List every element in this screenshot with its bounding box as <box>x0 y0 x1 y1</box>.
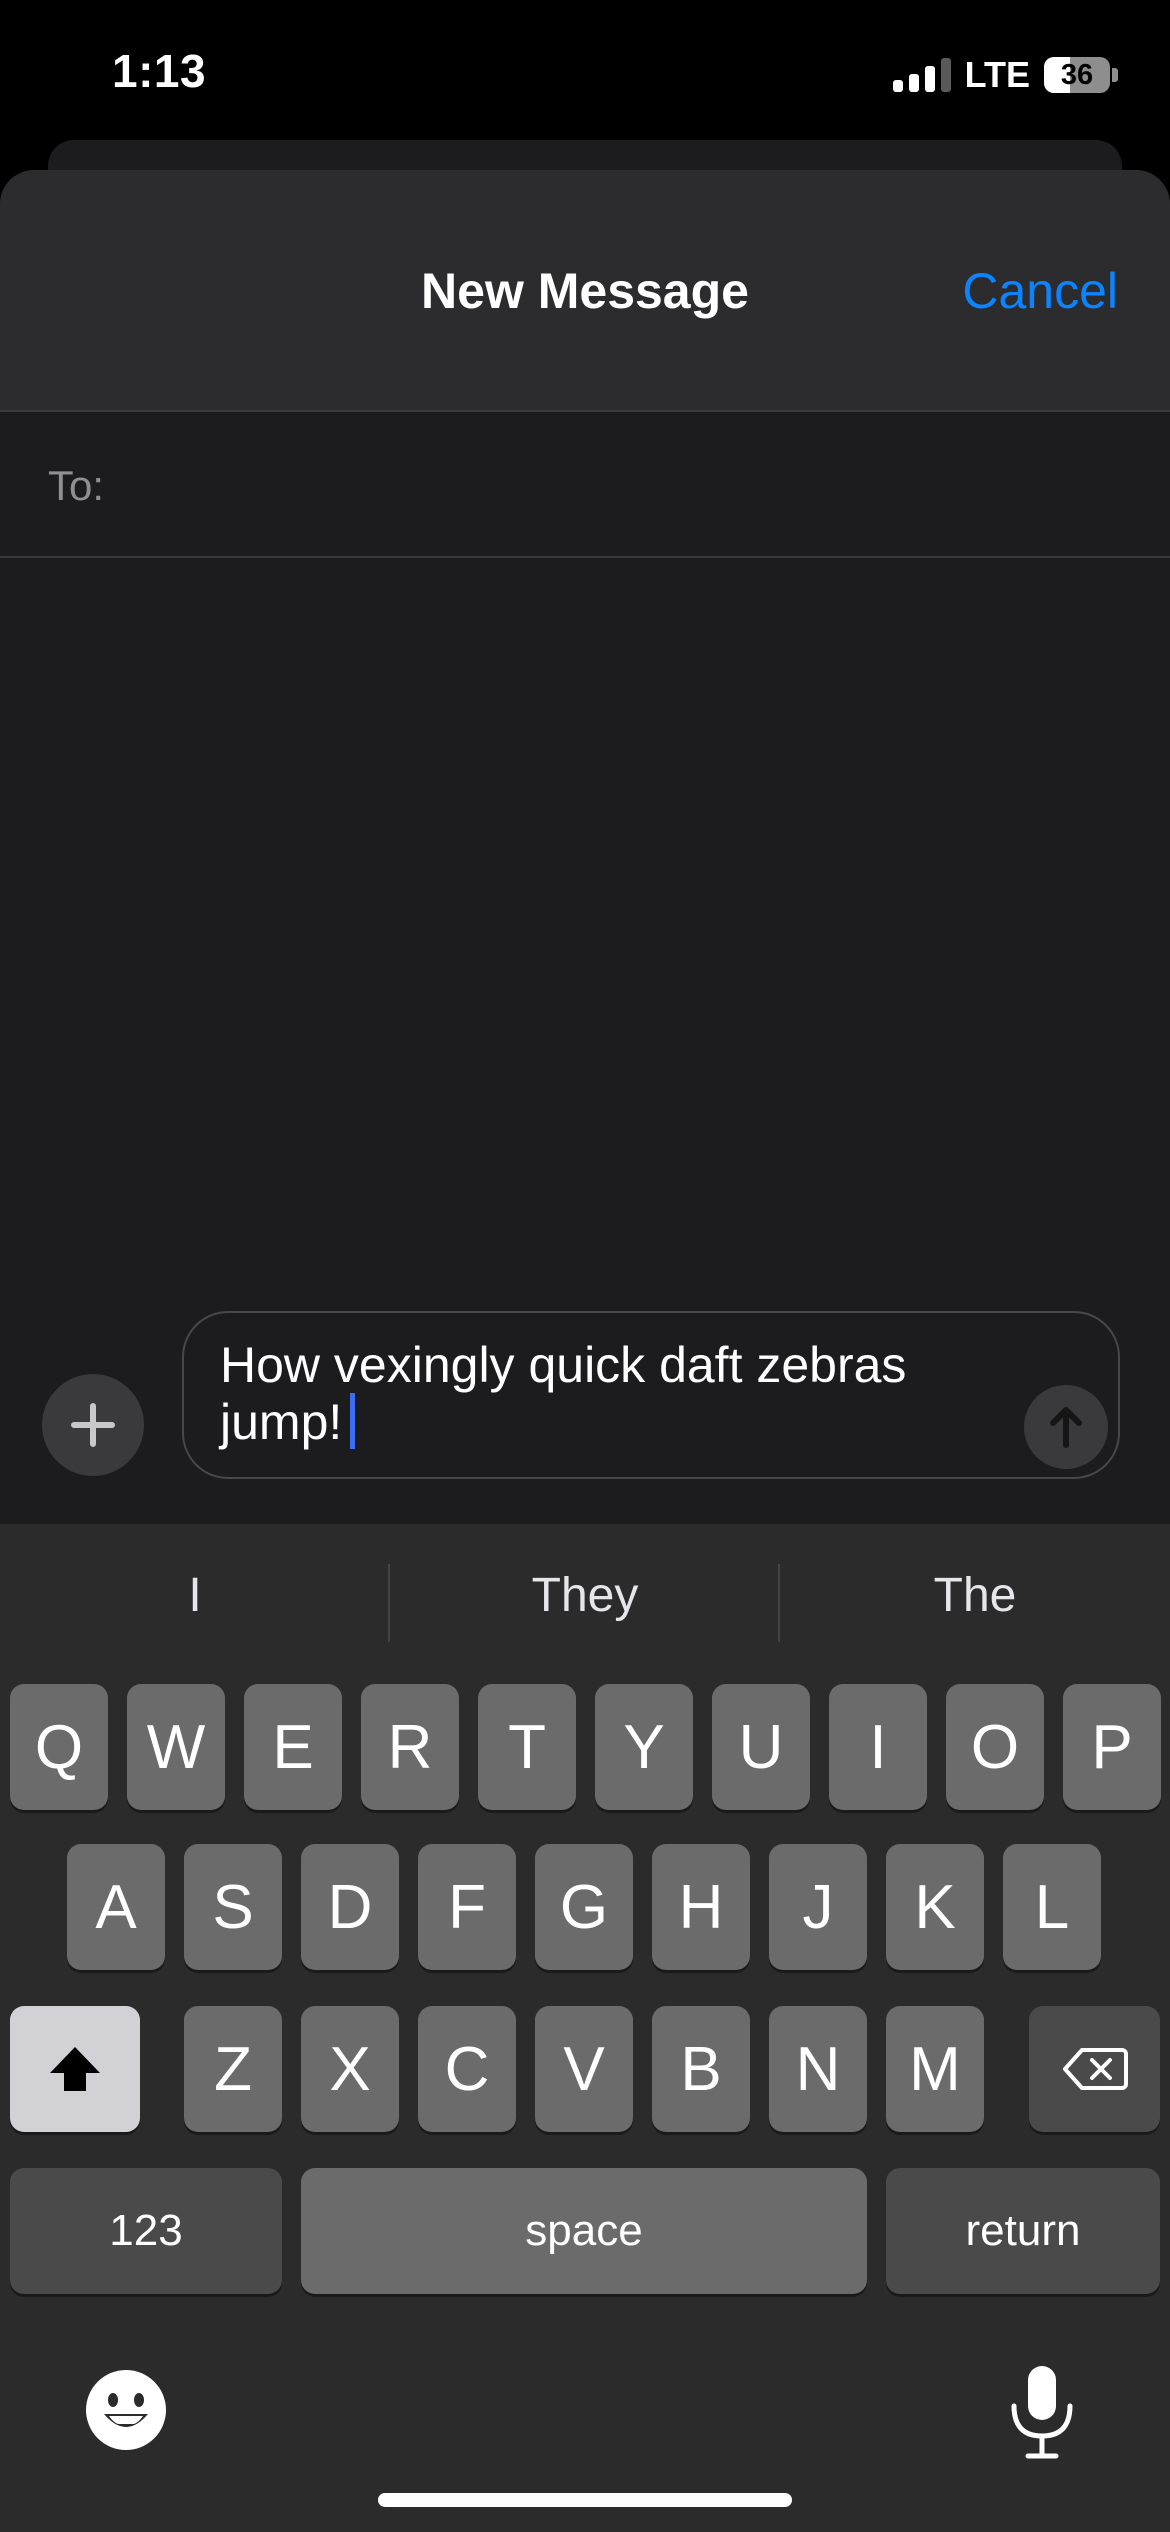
key-o[interactable]: O <box>946 1684 1044 1810</box>
delete-key[interactable] <box>1029 2006 1160 2132</box>
key-a[interactable]: A <box>67 1844 165 1970</box>
key-d[interactable]: D <box>301 1844 399 1970</box>
battery-level: 36 <box>1060 58 1094 91</box>
key-l[interactable]: L <box>1003 1844 1101 1970</box>
key-p[interactable]: P <box>1063 1684 1161 1810</box>
message-text-line-1: How vexingly quick daft zebras <box>220 1337 907 1393</box>
key-i[interactable]: I <box>829 1684 927 1810</box>
plus-icon <box>71 1403 115 1447</box>
cancel-button[interactable]: Cancel <box>962 262 1118 320</box>
text-caret <box>350 1393 356 1449</box>
to-label: To: <box>48 462 105 509</box>
key-m[interactable]: M <box>886 2006 984 2132</box>
key-g[interactable]: G <box>535 1844 633 1970</box>
add-attachment-button[interactable] <box>42 1374 144 1476</box>
key-f[interactable]: F <box>418 1844 516 1970</box>
nav-bar: New Message Cancel <box>0 170 1170 412</box>
key-v[interactable]: V <box>535 2006 633 2132</box>
network-type: LTE <box>964 54 1030 95</box>
key-q[interactable]: Q <box>10 1684 108 1810</box>
key-k[interactable]: K <box>886 1844 984 1970</box>
key-j[interactable]: J <box>769 1844 867 1970</box>
to-field[interactable]: To: <box>0 412 1170 558</box>
battery-icon: 36 <box>1044 57 1110 93</box>
key-u[interactable]: U <box>712 1684 810 1810</box>
send-button[interactable] <box>1024 1385 1108 1469</box>
suggestion-2[interactable]: They <box>390 1568 780 1623</box>
key-c[interactable]: C <box>418 2006 516 2132</box>
shift-arrow-icon <box>50 2047 100 2091</box>
numbers-key[interactable]: 123 <box>10 2168 282 2294</box>
dictation-button[interactable] <box>1006 2362 1078 2462</box>
message-input[interactable]: How vexingly quick daft zebras jump! <box>182 1311 1120 1479</box>
key-w[interactable]: W <box>127 1684 225 1810</box>
return-key[interactable]: return <box>886 2168 1160 2294</box>
message-text-line-2: jump! <box>220 1394 343 1450</box>
space-key[interactable]: space <box>301 2168 867 2294</box>
key-e[interactable]: E <box>244 1684 342 1810</box>
keyboard: I They The Q W E R T Y U I O P A S D F G… <box>0 1524 1170 2532</box>
key-x[interactable]: X <box>301 2006 399 2132</box>
shift-key[interactable] <box>10 2006 140 2132</box>
key-r[interactable]: R <box>361 1684 459 1810</box>
key-t[interactable]: T <box>478 1684 576 1810</box>
microphone-icon <box>1011 2366 1073 2459</box>
key-z[interactable]: Z <box>184 2006 282 2132</box>
predictive-bar: I They The <box>0 1524 1170 1674</box>
status-time: 1:13 <box>112 45 207 97</box>
key-s[interactable]: S <box>184 1844 282 1970</box>
suggestion-1[interactable]: I <box>0 1568 390 1623</box>
suggestion-3[interactable]: The <box>780 1568 1170 1623</box>
emoji-icon <box>86 2370 166 2450</box>
key-y[interactable]: Y <box>595 1684 693 1810</box>
message-text[interactable]: How vexingly quick daft zebras jump! <box>220 1337 980 1450</box>
arrow-up-icon <box>1050 1407 1082 1448</box>
emoji-button[interactable] <box>84 2368 168 2452</box>
cellular-signal-icon <box>892 58 951 92</box>
key-n[interactable]: N <box>769 2006 867 2132</box>
delete-backspace-icon <box>1062 2048 1128 2090</box>
home-indicator[interactable] <box>378 2493 792 2507</box>
status-indicators: LTE 36 <box>892 52 1118 98</box>
key-h[interactable]: H <box>652 1844 750 1970</box>
key-b[interactable]: B <box>652 2006 750 2132</box>
